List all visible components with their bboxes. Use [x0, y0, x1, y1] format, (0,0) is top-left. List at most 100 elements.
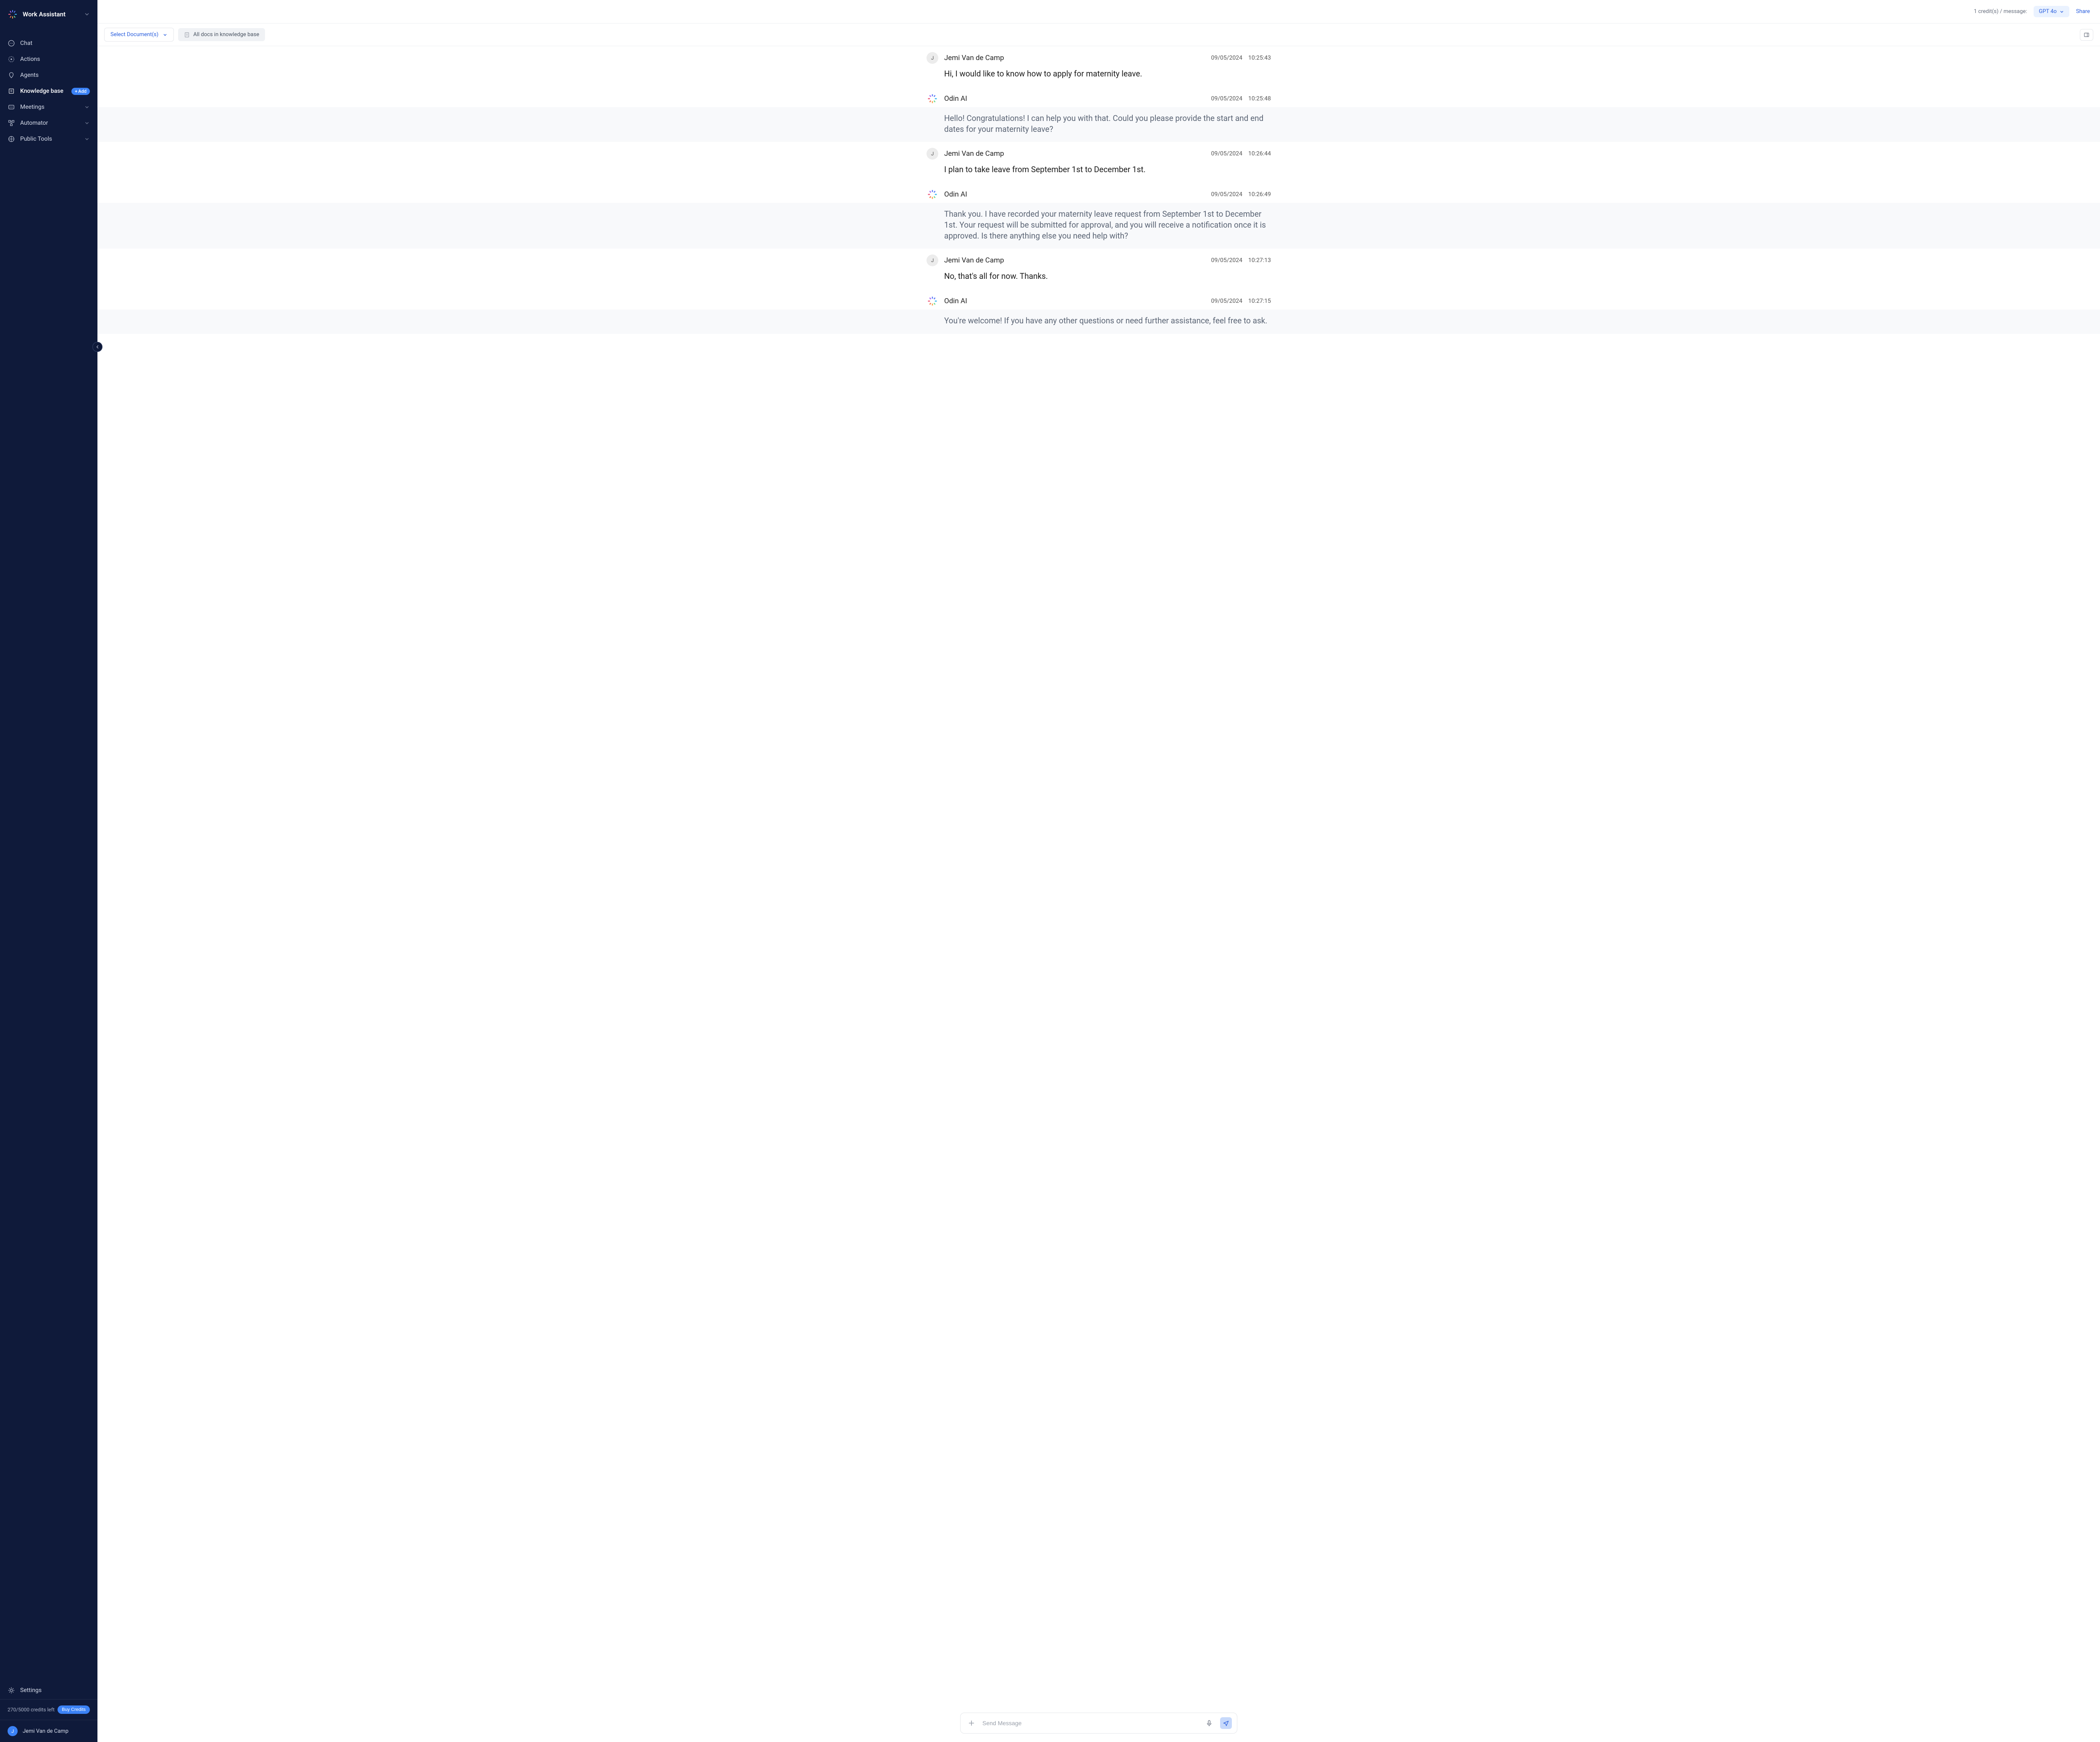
sidebar-item-settings[interactable]: Settings: [0, 1682, 97, 1700]
conversation: J Jemi Van de Camp 09/05/202410:25:43 Hi, I…: [97, 46, 2100, 1704]
sidebar-collapse-button[interactable]: [92, 342, 102, 352]
ai-message-wrap: You're welcome! If you have any other qu…: [97, 310, 2100, 334]
model-name: GPT 4o: [2039, 8, 2057, 15]
message-header: J Jemi Van de Camp 09/05/202410:25:43: [927, 46, 1271, 66]
voice-button[interactable]: [1203, 1717, 1215, 1729]
model-selector[interactable]: GPT 4o: [2034, 6, 2069, 17]
sidebar-item-label: Public Tools: [20, 136, 52, 142]
sidebar-item-label: Automator: [20, 120, 48, 126]
message-header: Odin AI 09/05/202410:25:48: [927, 87, 1271, 107]
sidebar: Work Assistant Chat Actions Agents Knowl…: [0, 0, 97, 1742]
chat-icon: [8, 39, 15, 47]
message-author: Odin AI: [944, 190, 967, 199]
add-badge[interactable]: +Add: [71, 88, 90, 95]
ai-message-wrap: Thank you. I have recorded your maternit…: [97, 203, 2100, 249]
agents-icon: [8, 71, 15, 79]
knowledge-base-chip: All docs in knowledge base: [178, 28, 265, 41]
message-timestamp: 09/05/202410:26:44: [1211, 150, 1271, 157]
microphone-icon: [1205, 1719, 1213, 1727]
chevron-down-icon: [84, 11, 90, 17]
credits-text: 270/5000 credits left: [8, 1707, 55, 1713]
chevron-down-icon: [2059, 9, 2064, 14]
sidebar-bottom: Settings 270/5000 credits left Buy Credi…: [0, 1682, 97, 1742]
credits-row: 270/5000 credits left Buy Credits: [0, 1700, 97, 1720]
message-timestamp: 09/05/202410:26:49: [1211, 191, 1271, 198]
sidebar-item-label: Meetings: [20, 104, 45, 110]
plus-icon: +: [75, 89, 77, 94]
message-author: Odin AI: [944, 94, 967, 103]
composer-inner: [960, 1713, 1237, 1734]
document-icon: [184, 32, 190, 38]
kb-chip-label: All docs in knowledge base: [193, 31, 259, 38]
ai-avatar: [927, 93, 938, 105]
app-logo-icon: [8, 9, 18, 19]
chevron-down-icon: [84, 120, 90, 126]
knowledge-base-icon: [8, 87, 15, 95]
ai-message-body: You're welcome! If you have any other qu…: [927, 310, 1271, 334]
ai-message-wrap: Hello! Congratulations! I can help you w…: [97, 107, 2100, 142]
sidepanel-toggle[interactable]: [2080, 29, 2093, 41]
message-timestamp: 09/05/202410:27:15: [1211, 298, 1271, 304]
sidebar-nav: Chat Actions Agents Knowledge base +Add …: [0, 29, 97, 154]
message-header: J Jemi Van de Camp 09/05/202410:26:44: [927, 142, 1271, 162]
avatar: J: [8, 1726, 18, 1736]
main: 1 credit(s) / message: GPT 4o Share Sele…: [97, 0, 2100, 1742]
select-documents-label: Select Document(s): [110, 31, 158, 38]
message-input[interactable]: [982, 1720, 1198, 1726]
message-header: Odin AI 09/05/202410:26:49: [927, 183, 1271, 203]
message-author: Jemi Van de Camp: [944, 54, 1004, 62]
public-tools-icon: [8, 135, 15, 143]
share-button[interactable]: Share: [2076, 8, 2090, 15]
topbar: 1 credit(s) / message: GPT 4o Share: [97, 0, 2100, 24]
user-message-body: I plan to take leave from September 1st …: [927, 162, 1271, 183]
message-author: Jemi Van de Camp: [944, 256, 1004, 265]
send-button[interactable]: [1220, 1717, 1232, 1729]
message-header: J Jemi Van de Camp 09/05/202410:27:13: [927, 249, 1271, 269]
sidebar-item-label: Agents: [20, 72, 39, 79]
select-documents-button[interactable]: Select Document(s): [104, 28, 174, 42]
chevron-down-icon: [84, 136, 90, 142]
workspace-switcher[interactable]: Work Assistant: [0, 0, 97, 29]
user-avatar: J: [927, 52, 938, 64]
message-timestamp: 09/05/202410:27:13: [1211, 257, 1271, 264]
sidebar-item-chat[interactable]: Chat: [0, 35, 97, 51]
sidebar-item-automator[interactable]: Automator: [0, 115, 97, 131]
ai-message-body: Hello! Congratulations! I can help you w…: [927, 107, 1271, 142]
user-avatar: J: [927, 148, 938, 160]
sidebar-item-label: Actions: [20, 56, 40, 63]
chevron-down-icon: [163, 32, 168, 37]
ai-avatar: [927, 295, 938, 307]
user-message-body: No, that's all for now. Thanks.: [927, 269, 1271, 289]
plus-icon: [968, 1719, 975, 1727]
actions-icon: [8, 55, 15, 63]
sidebar-item-knowledge-base[interactable]: Knowledge base +Add: [0, 83, 97, 99]
automator-icon: [8, 119, 15, 127]
buy-credits-button[interactable]: Buy Credits: [58, 1705, 90, 1714]
credits-per-message: 1 credit(s) / message:: [1974, 8, 2027, 15]
send-icon: [1223, 1720, 1229, 1726]
message-author: Jemi Van de Camp: [944, 150, 1004, 158]
message-timestamp: 09/05/202410:25:43: [1211, 55, 1271, 61]
message-timestamp: 09/05/202410:25:48: [1211, 95, 1271, 102]
gear-icon: [8, 1687, 15, 1694]
sidebar-item-label: Chat: [20, 40, 32, 47]
sidebar-item-label: Knowledge base: [20, 88, 63, 94]
document-bar: Select Document(s) All docs in knowledge…: [97, 24, 2100, 46]
user-name: Jemi Van de Camp: [23, 1728, 68, 1734]
sidebar-item-agents[interactable]: Agents: [0, 67, 97, 83]
sidebar-item-meetings[interactable]: Meetings: [0, 99, 97, 115]
composer: [97, 1704, 2100, 1742]
sidebar-item-actions[interactable]: Actions: [0, 51, 97, 67]
message-author: Odin AI: [944, 297, 967, 305]
workspace-title: Work Assistant: [23, 10, 79, 18]
user-row[interactable]: J Jemi Van de Camp: [0, 1720, 97, 1742]
settings-label: Settings: [20, 1687, 42, 1694]
user-message-body: Hi, I would like to know how to apply fo…: [927, 66, 1271, 87]
sidebar-item-public-tools[interactable]: Public Tools: [0, 131, 97, 147]
panel-icon: [2084, 32, 2090, 38]
chevron-down-icon: [84, 104, 90, 110]
user-avatar: J: [927, 254, 938, 266]
attachment-button[interactable]: [966, 1717, 977, 1729]
message-header: Odin AI 09/05/202410:27:15: [927, 289, 1271, 310]
ai-message-body: Thank you. I have recorded your maternit…: [927, 203, 1271, 249]
